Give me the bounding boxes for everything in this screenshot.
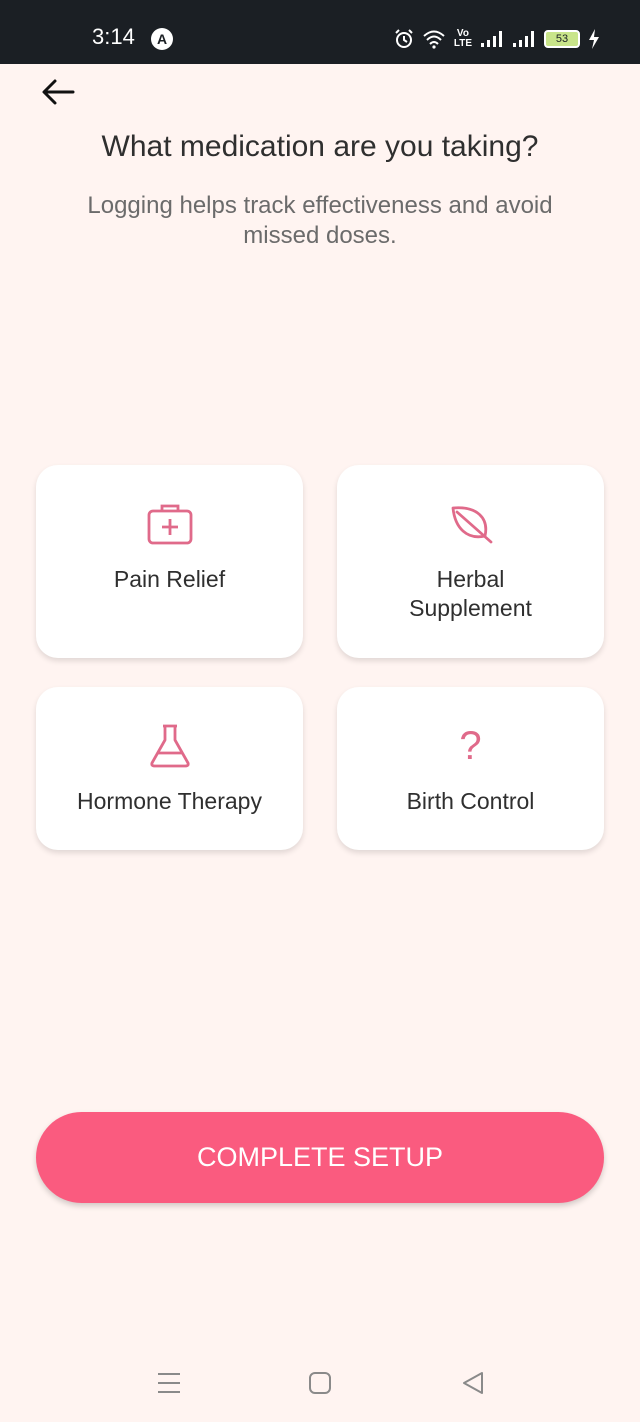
menu-icon[interactable] bbox=[156, 1370, 182, 1401]
volte-icon: Vo LTE bbox=[453, 28, 472, 49]
page-subtitle: Logging helps track effectiveness and av… bbox=[87, 192, 553, 249]
system-nav-bar bbox=[0, 1350, 640, 1422]
battery-level: 53 bbox=[555, 33, 569, 45]
home-icon[interactable] bbox=[308, 1370, 332, 1401]
charging-icon bbox=[588, 29, 600, 49]
question-mark-icon: ? bbox=[459, 724, 482, 768]
signal-icon-2 bbox=[512, 30, 536, 48]
option-label: Pain Relief bbox=[113, 566, 226, 592]
leaf-icon bbox=[447, 501, 495, 547]
complete-setup-button[interactable]: COMPLETE SETUP bbox=[36, 1112, 604, 1203]
wifi-icon bbox=[422, 29, 446, 49]
option-label: Birth Control bbox=[406, 788, 535, 814]
option-herbal-supplement[interactable]: Herbal Supplement bbox=[337, 465, 604, 658]
back-triangle-icon[interactable] bbox=[460, 1370, 486, 1401]
status-icons: Vo LTE 53 bbox=[394, 26, 600, 52]
status-time: 3:14 bbox=[92, 24, 135, 49]
first-aid-kit-icon bbox=[146, 501, 194, 547]
flask-icon bbox=[148, 723, 192, 769]
alarm-icon bbox=[394, 29, 414, 49]
arrow-left-icon bbox=[41, 78, 75, 111]
notification-icon: A bbox=[151, 28, 173, 50]
page-title: What medication are you taking? bbox=[101, 130, 539, 163]
option-label: Hormone Therapy bbox=[77, 788, 262, 814]
option-birth-control[interactable]: ? Birth Control bbox=[337, 687, 604, 850]
option-pain-relief[interactable]: Pain Relief bbox=[36, 465, 303, 658]
back-button[interactable] bbox=[36, 74, 80, 114]
status-bar: 3:14 A Vo LTE 53 bbox=[0, 0, 640, 64]
signal-icon bbox=[480, 30, 504, 48]
battery-icon: 53 bbox=[544, 30, 580, 48]
option-hormone-therapy[interactable]: Hormone Therapy bbox=[36, 687, 303, 850]
option-label: Herbal Supplement bbox=[409, 566, 532, 621]
